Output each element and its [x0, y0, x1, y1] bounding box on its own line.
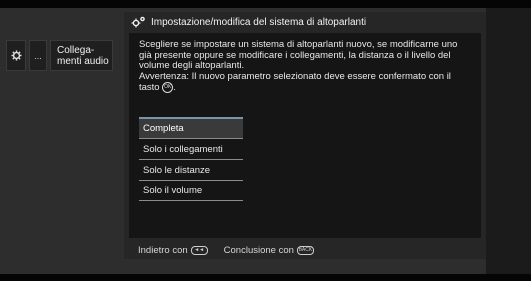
settings-crumb[interactable]	[6, 40, 26, 71]
dialog-footer: Indietro con ◄◄ Conclusione con BACK	[138, 245, 314, 256]
dialog-title: Impostazione/modifica del sistema di alt…	[151, 16, 367, 28]
breadcrumb: ... Collega- menti audio	[6, 40, 113, 73]
warning-end: .	[173, 82, 176, 94]
back-hint[interactable]: Indietro con ◄◄	[138, 245, 208, 256]
option-solo-collegamenti[interactable]: Solo i collegamenti	[139, 138, 243, 159]
back-hint-label: Indietro con	[138, 245, 188, 256]
description-text: Scegliere se impostare un sistema di alt…	[139, 39, 458, 71]
gear-icon	[10, 50, 22, 61]
option-label: Solo i collegamenti	[143, 143, 223, 155]
dialog-content: Scegliere se impostare un sistema di alt…	[129, 33, 481, 238]
crumb-current-label: Collega- menti audio	[57, 44, 109, 67]
speaker-setup-dialog: Impostazione/modifica del sistema di alt…	[124, 12, 486, 259]
rewind-key-icon: ◄◄	[190, 245, 208, 255]
warning-text: Avvertenza: Il nuovo parametro seleziona…	[139, 70, 451, 94]
ok-key-icon: OK	[162, 82, 174, 93]
option-label: Solo il volume	[143, 185, 203, 196]
right-strip	[486, 8, 531, 274]
dialog-description: Scegliere se impostare un sistema di alt…	[139, 39, 469, 94]
gears-icon	[131, 16, 145, 28]
crumb-ellipsis[interactable]: ...	[29, 40, 47, 71]
option-completa[interactable]: Completa	[139, 117, 243, 138]
option-label: Completa	[143, 123, 184, 134]
finish-hint[interactable]: Conclusione con BACK	[224, 245, 314, 256]
dialog-header: Impostazione/modifica del sistema di alt…	[124, 12, 486, 32]
back-key-icon: BACK	[296, 245, 314, 255]
finish-hint-label: Conclusione con	[223, 245, 294, 256]
option-solo-distanze[interactable]: Solo le distanze	[139, 159, 243, 180]
option-solo-volume[interactable]: Solo il volume	[139, 180, 243, 201]
option-label: Solo le distanze	[143, 164, 211, 176]
bottom-border	[0, 274, 531, 281]
option-list: Completa Solo i collegamenti Solo le dis…	[139, 117, 243, 201]
top-border	[0, 0, 531, 8]
crumb-current[interactable]: Collega- menti audio	[50, 40, 113, 71]
